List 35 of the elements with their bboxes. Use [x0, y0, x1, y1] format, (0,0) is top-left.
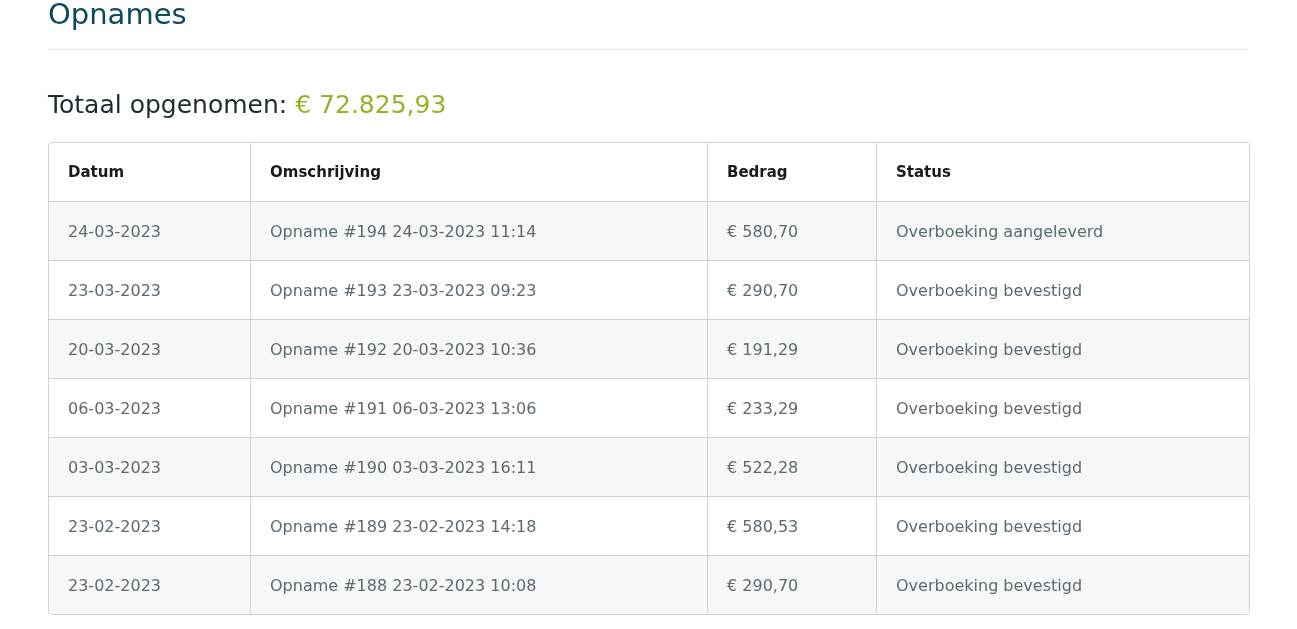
- total-label: Totaal opgenomen:: [48, 89, 288, 121]
- total-amount: € 72.825,93: [295, 89, 447, 121]
- table-cell: Opname #190 03-03-2023 16:11: [251, 437, 708, 496]
- column-header: Omschrijving: [251, 143, 708, 201]
- table-cell: € 580,53: [708, 496, 877, 555]
- table-cell: Opname #192 20-03-2023 10:36: [251, 319, 708, 378]
- table-cell: 24-03-2023: [49, 201, 251, 260]
- table-cell: € 290,70: [708, 260, 877, 319]
- table-cell: 06-03-2023: [49, 378, 251, 437]
- table-cell: Overboeking bevestigd: [877, 260, 1249, 319]
- table-cell: Overboeking bevestigd: [877, 437, 1249, 496]
- column-header: Datum: [49, 143, 251, 201]
- table-cell: Opname #188 23-02-2023 10:08: [251, 555, 708, 614]
- page-title: Opnames: [48, 0, 1248, 50]
- table-cell: Overboeking bevestigd: [877, 319, 1249, 378]
- table-cell: Overboeking bevestigd: [877, 555, 1249, 614]
- table-cell: Overboeking aangeleverd: [877, 201, 1249, 260]
- table-cell: € 580,70: [708, 201, 877, 260]
- column-header: Bedrag: [708, 143, 877, 201]
- table-cell: Overboeking bevestigd: [877, 378, 1249, 437]
- table-cell: Overboeking bevestigd: [877, 496, 1249, 555]
- table-cell: € 191,29: [708, 319, 877, 378]
- table-cell: 03-03-2023: [49, 437, 251, 496]
- table-cell: Opname #194 24-03-2023 11:14: [251, 201, 708, 260]
- table-cell: 23-02-2023: [49, 496, 251, 555]
- column-header: Status: [895, 162, 952, 183]
- table-cell: € 290,70: [708, 555, 877, 614]
- table-cell: € 233,29: [708, 378, 877, 437]
- table-cell: Opname #189 23-02-2023 14:18: [251, 496, 708, 555]
- table-cell: Opname #193 23-03-2023 09:23: [251, 260, 708, 319]
- table-cell: € 522,28: [708, 437, 877, 496]
- table-cell: 23-02-2023: [49, 555, 251, 614]
- table-cell: Opname #191 06-03-2023 13:06: [251, 378, 708, 437]
- table-cell: 23-03-2023: [49, 260, 251, 319]
- table-cell: 20-03-2023: [49, 319, 251, 378]
